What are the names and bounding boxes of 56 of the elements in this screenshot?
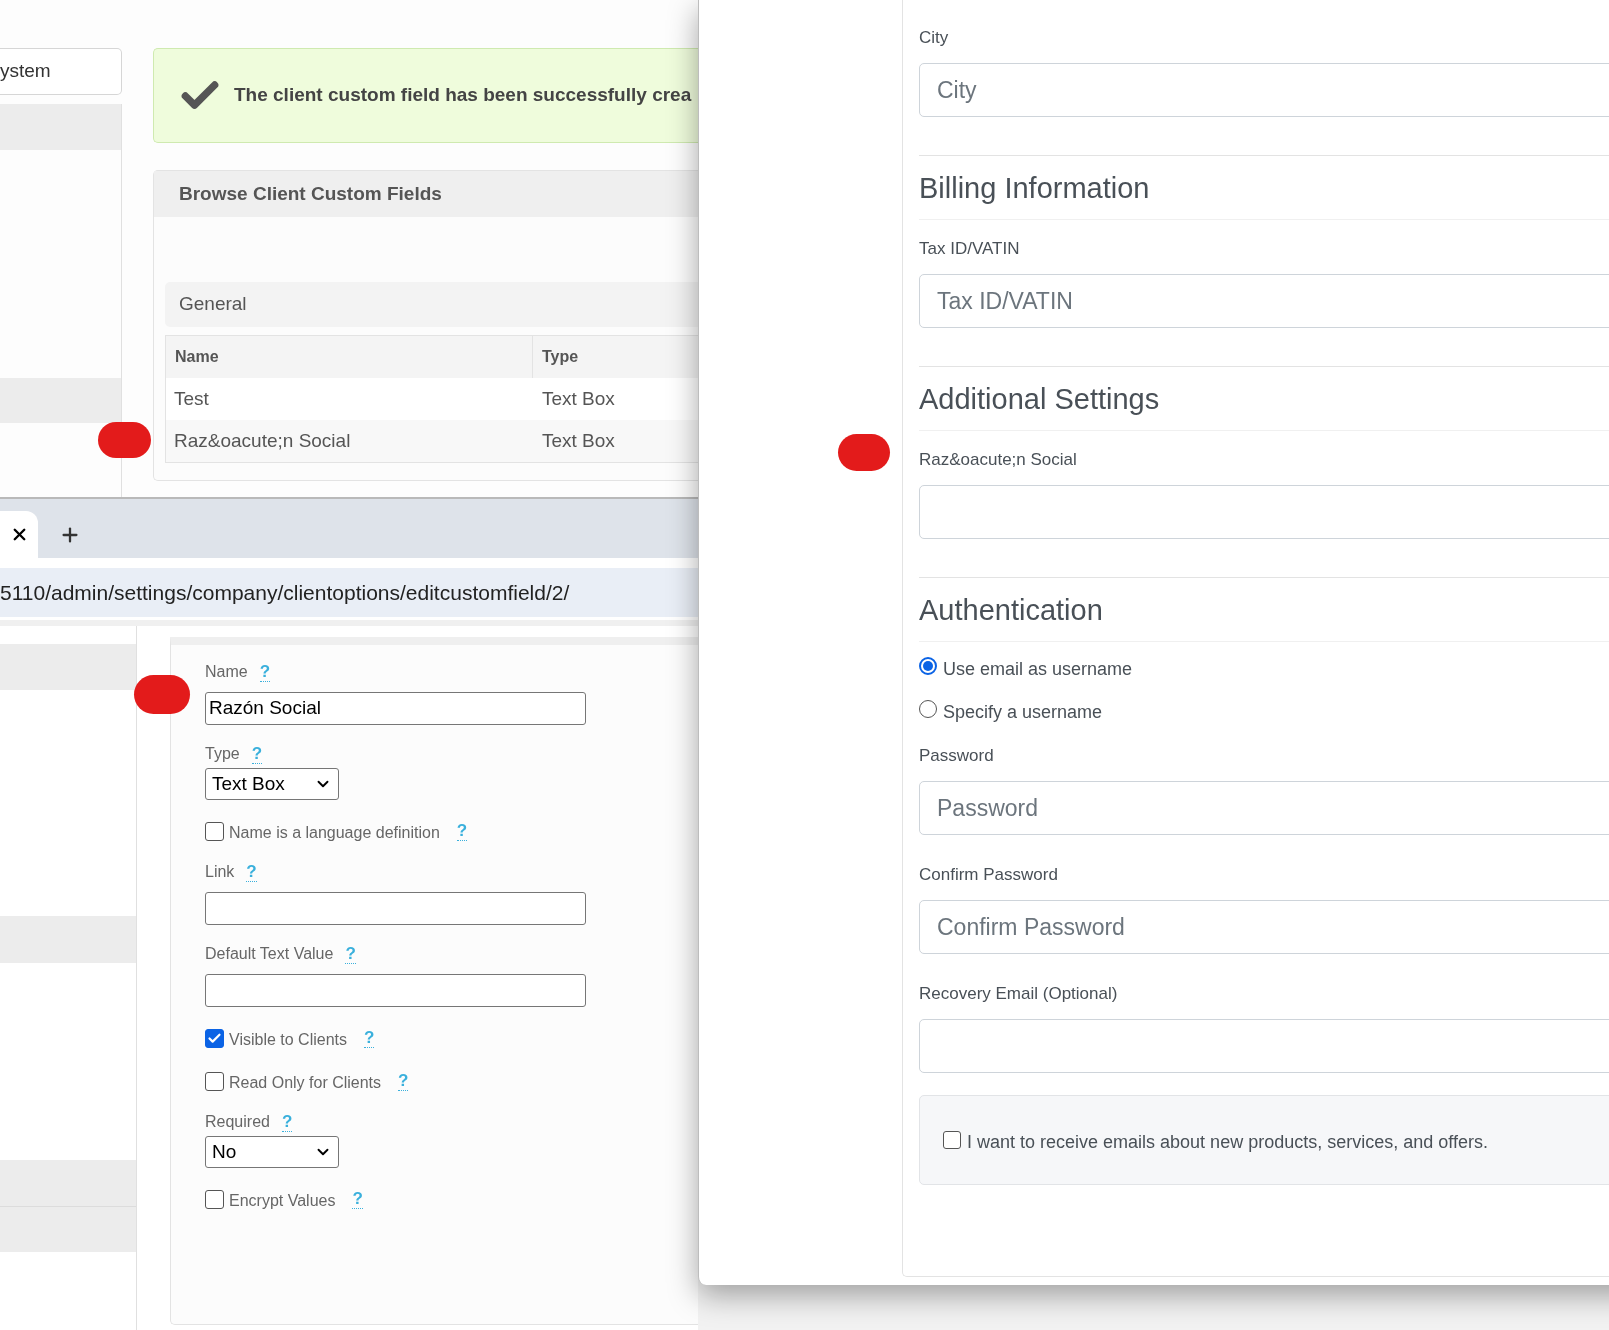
text-input[interactable]: Tax ID/VATIN	[919, 274, 1609, 328]
radio-label: Specify a username	[943, 700, 1103, 724]
text-input[interactable]: Confirm Password	[919, 900, 1609, 954]
field-label: Link	[205, 862, 235, 882]
checkbox[interactable]	[205, 1071, 224, 1091]
group-header: General	[165, 282, 698, 327]
field-label: Required	[205, 1112, 270, 1132]
help-link[interactable]: ?	[364, 1028, 375, 1048]
help-link[interactable]: ?	[398, 1071, 409, 1091]
field-label: Type	[205, 744, 240, 764]
table-cell-text: Text Box	[541, 428, 616, 453]
checkbox-label: Name is a language definition	[229, 822, 440, 843]
section-heading: Authentication	[919, 590, 1609, 642]
alert-message: The client custom field has been successfully crea	[234, 83, 692, 108]
checkbox-label: Read Only for Clients	[229, 1072, 382, 1093]
table-cell-text: Raz&oacute;n Social	[173, 428, 352, 453]
consent-label: I want to receive emails about new products, services, and offers.	[967, 1130, 1488, 1154]
help-link[interactable]: ?	[246, 862, 257, 882]
address-bar[interactable]: 5110/admin/settings/company/clientoptions/editcustomfield/2/	[0, 568, 698, 617]
table-cell-text: Text Box	[541, 386, 616, 411]
select-dropdown[interactable]: No	[205, 1136, 339, 1168]
text-input[interactable]: Razón Social	[205, 692, 586, 725]
panel-title: Browse Client Custom Fields	[154, 171, 698, 217]
browser-tab[interactable]	[0, 511, 38, 558]
help-link[interactable]: ?	[259, 662, 271, 682]
section-heading: Additional Settings	[919, 379, 1609, 431]
checkbox[interactable]	[943, 1131, 961, 1149]
field-label: Name	[205, 662, 248, 682]
field-label: Raz&oacute;n Social	[919, 449, 1078, 471]
table-cell-text: Test	[173, 386, 210, 411]
sidebar-item[interactable]: ystem	[0, 48, 122, 95]
field-label: Confirm Password	[919, 864, 1059, 886]
checkbox[interactable]	[205, 821, 224, 841]
field-label: City	[919, 27, 950, 49]
help-link[interactable]: ?	[352, 1189, 363, 1209]
checkbox[interactable]	[205, 1189, 224, 1209]
field-label: Tax ID/VATIN	[919, 238, 1021, 260]
help-link[interactable]: ?	[345, 944, 356, 964]
radio-label: Use email as username	[943, 657, 1133, 681]
help-link[interactable]: ?	[281, 1112, 293, 1132]
field-label: Password	[919, 745, 995, 767]
section-heading: Billing Information	[919, 168, 1609, 220]
field-label: Recovery Email (Optional)	[919, 983, 1119, 1005]
help-link[interactable]: ?	[251, 744, 263, 764]
checkbox[interactable]	[205, 1028, 224, 1048]
text-input[interactable]: Password	[919, 781, 1609, 835]
help-link[interactable]: ?	[456, 821, 468, 841]
text-input[interactable]	[205, 892, 586, 925]
radio-button[interactable]	[919, 657, 937, 675]
field-label: Default Text Value	[205, 944, 334, 964]
text-input[interactable]	[205, 974, 586, 1007]
column-header: Type	[541, 347, 580, 367]
checkbox-label: Encrypt Values	[229, 1190, 336, 1211]
text-input[interactable]: City	[919, 63, 1609, 117]
checkbox-label: Visible to Clients	[229, 1029, 347, 1050]
select-dropdown[interactable]: Text Box	[205, 768, 339, 800]
